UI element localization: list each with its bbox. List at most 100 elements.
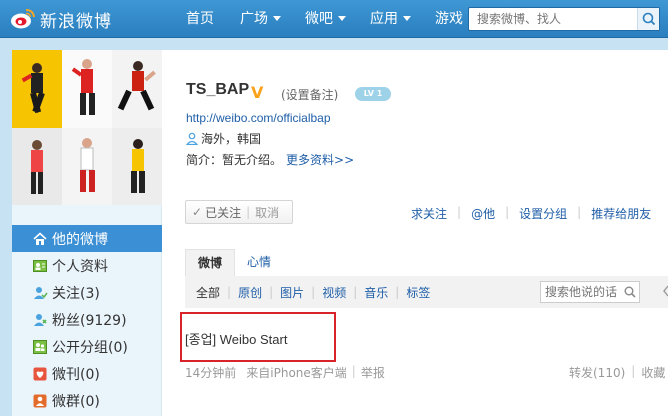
sidebar-item-public-groups[interactable]: 公开分组(0) [12,333,162,360]
feed-search-input[interactable] [541,282,621,302]
sidebar: 他的微博 个人资料 关注(3) 粉丝(9129) 公开分组(0) 微刊(0) 微… [12,50,162,416]
sidebar-item-label: 关注(3) [52,285,100,302]
filter-original[interactable]: 原创 [238,284,262,301]
fans-icon [34,313,47,326]
feed-filters: 全部 | 原创 | 图片 | 视频 | 音乐 | 标签 [196,276,430,308]
profile-location: 海外，韩国 [186,130,261,147]
chevron-down-icon [338,16,346,21]
set-remark-link[interactable]: (设置备注) [281,86,338,103]
nav-weiba[interactable]: 微吧 [297,0,354,38]
global-search [468,7,660,31]
profile-photo[interactable] [12,50,162,205]
search-input[interactable] [469,8,633,30]
post-actions: 转发(110) | 收藏 [569,364,665,381]
post-time-link[interactable]: 14分钟前 [185,364,236,381]
sidebar-item-label: 他的微博 [52,231,108,248]
main-nav: 首页 广场 微吧 应用 游戏 [186,0,484,38]
profile-content: TS_BAP V (设置备注) LV 1 http://weibo.com/of… [163,50,668,416]
filter-images[interactable]: 图片 [280,284,304,301]
profile-actions: 求关注 | @他 | 设置分组 | 推荐给朋友 [411,205,651,222]
home-icon [33,231,47,245]
check-icon: ✓ [192,205,203,219]
feed-search [540,281,640,303]
sidebar-item-label: 个人资料 [52,258,108,275]
divider: | [269,285,274,299]
sidebar-item-magazine[interactable]: 微刊(0) [12,360,162,387]
search-icon[interactable] [623,285,637,299]
post-text: [종업] Weibo Start [185,332,288,347]
report-link[interactable]: 举报 [361,364,385,381]
divider: | [311,285,316,299]
weiqun-icon [33,394,47,407]
main-container: 他的微博 个人资料 关注(3) 粉丝(9129) 公开分组(0) 微刊(0) 微… [12,50,668,416]
filter-tags[interactable]: 标签 [406,284,430,301]
followed-label: 已关注 [205,205,242,220]
group-icon [33,339,47,354]
mention-link[interactable]: @他 [471,205,495,222]
sidebar-item-label: 微群(0) [52,393,100,410]
feed-tabs: 微博 心情 [185,249,283,276]
nav-square[interactable]: 广场 [232,0,289,38]
sidebar-item-fans[interactable]: 粉丝(9129) [12,306,162,333]
magazine-icon [33,367,47,380]
tab-mood[interactable]: 心情 [235,249,283,276]
post-meta: 14分钟前 来自iPhone客户端 | 举报 [185,364,385,381]
favorite-link[interactable]: 收藏 [641,364,665,381]
divider: | [353,285,358,299]
weibo-logo[interactable]: 新浪微博 [10,6,112,32]
sidebar-menu: 他的微博 个人资料 关注(3) 粉丝(9129) 公开分组(0) 微刊(0) 微… [12,225,162,414]
profile-card-icon [33,259,47,272]
top-navigation-bar: 新浪微博 首页 广场 微吧 应用 游戏 [0,0,668,38]
profile-intro: 简介：暂无介绍。 更多资料>> [186,151,354,168]
nav-apps-label: 应用 [370,11,398,27]
set-group-link[interactable]: 设置分组 [519,205,567,222]
nav-apps[interactable]: 应用 [362,0,419,38]
chevron-down-icon [403,16,411,21]
filter-music[interactable]: 音乐 [364,284,388,301]
followed-button[interactable]: ✓ 已关注 | 取消 [185,200,293,224]
divider: | [227,285,232,299]
profile-url-link[interactable]: http://weibo.com/officialbap [186,111,331,125]
sidebar-item-his-weibo[interactable]: 他的微博 [12,225,162,252]
filter-all[interactable]: 全部 [196,284,220,301]
filter-video[interactable]: 视频 [322,284,346,301]
nav-games-label: 游戏 [435,11,463,27]
sidebar-item-profile[interactable]: 个人资料 [12,252,162,279]
weibo-eye-icon [11,9,35,29]
sidebar-item-label: 粉丝(9129) [52,312,127,329]
sidebar-item-label: 微刊(0) [52,366,100,383]
divider: | [577,205,582,219]
nav-home-label: 首页 [186,11,214,27]
follow-icon [34,286,48,299]
logo-text: 新浪微博 [40,11,112,32]
repost-link[interactable]: 转发(110) [569,364,625,381]
post-source-link[interactable]: 来自iPhone客户端 [246,364,347,381]
sidebar-item-label: 公开分组(0) [52,339,128,356]
chevron-left-icon[interactable] [662,284,668,298]
sidebar-item-follows[interactable]: 关注(3) [12,279,162,306]
person-icon [186,132,198,145]
feed-filter-bar: 全部 | 原创 | 图片 | 视频 | 音乐 | 标签 [185,276,668,308]
verified-badge[interactable]: V [251,83,263,102]
ask-follow-link[interactable]: 求关注 [411,205,447,222]
divider: | [351,364,356,378]
tab-weibo[interactable]: 微博 [185,249,236,276]
intro-text: 简介：暂无介绍。 [186,153,283,167]
nav-weiba-label: 微吧 [305,11,333,27]
profile-username: TS_BAP [186,81,250,98]
divider: | [631,364,636,378]
nav-square-label: 广场 [240,11,268,27]
divider: | [395,285,400,299]
recommend-link[interactable]: 推荐给朋友 [591,205,651,222]
sidebar-item-weiqun[interactable]: 微群(0) [12,387,162,414]
divider: | [505,205,510,219]
search-button[interactable] [637,8,659,30]
group-photo-image [12,50,162,205]
unfollow-button[interactable]: 取消 [255,204,279,221]
search-icon [642,12,656,26]
divider: | [246,205,251,219]
level-badge[interactable]: LV 1 [355,87,391,101]
more-info-link[interactable]: 更多资料>> [286,153,354,167]
chevron-down-icon [273,16,281,21]
nav-home[interactable]: 首页 [186,0,222,38]
